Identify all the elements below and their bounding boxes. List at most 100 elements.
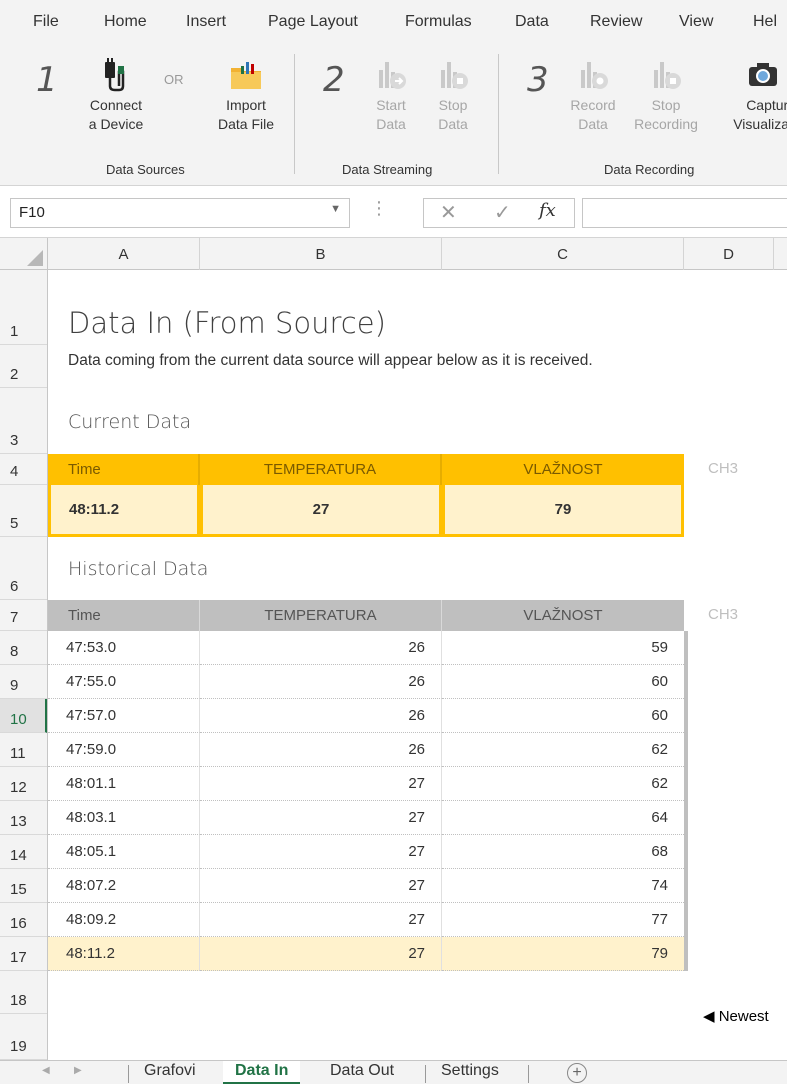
name-box[interactable]: F10 ▼ [10, 198, 350, 228]
formula-input[interactable] [582, 198, 787, 228]
column-header-b[interactable]: B [200, 238, 442, 270]
sheet-tab-grafovi[interactable]: Grafovi [132, 1061, 208, 1084]
historical-cell-vlaznost[interactable]: 77 [442, 903, 684, 937]
current-value-time[interactable]: 48:11.2 [48, 485, 200, 537]
historical-cell-vlaznost[interactable]: 79 [442, 937, 684, 971]
insert-function-icon[interactable]: fx [539, 200, 556, 221]
historical-cell-vlaznost[interactable]: 68 [442, 835, 684, 869]
column-header-c[interactable]: C [442, 238, 684, 270]
row-header-1[interactable]: 1 [0, 270, 47, 345]
record-data-button[interactable]: Record Data [564, 58, 622, 134]
sheet-tab-settings[interactable]: Settings [429, 1061, 511, 1084]
row-header-8[interactable]: 8 [0, 631, 47, 665]
historical-cell-time[interactable]: 48:05.1 [48, 835, 200, 869]
historical-header-ch3: CH3 [708, 606, 739, 623]
historical-cell-vlaznost[interactable]: 64 [442, 801, 684, 835]
historical-cell-time[interactable]: 48:09.2 [48, 903, 200, 937]
start-data-button[interactable]: Start Data [368, 58, 414, 134]
tab-help[interactable]: Hel [753, 13, 777, 31]
tab-page-layout[interactable]: Page Layout [268, 13, 358, 31]
historical-cell-temperatura[interactable]: 27 [200, 903, 442, 937]
historical-cell-temperatura[interactable]: 27 [200, 801, 442, 835]
tab-home[interactable]: Home [104, 13, 147, 31]
scroll-tabs-right-icon[interactable]: ▶ [74, 1065, 82, 1076]
historical-header-vlaznost[interactable]: VLAŽNOST [442, 600, 684, 631]
historical-cell-time[interactable]: 47:55.0 [48, 665, 200, 699]
row-header-9[interactable]: 9 [0, 665, 47, 699]
historical-cell-time[interactable]: 47:57.0 [48, 699, 200, 733]
row-header-16[interactable]: 16 [0, 903, 47, 937]
historical-cell-temperatura[interactable]: 27 [200, 869, 442, 903]
usb-plug-icon [105, 58, 125, 92]
historical-cell-time[interactable]: 48:03.1 [48, 801, 200, 835]
add-sheet-icon[interactable]: + [567, 1063, 587, 1083]
historical-cell-time[interactable]: 48:01.1 [48, 767, 200, 801]
scroll-tabs-left-icon[interactable]: ◀ [42, 1065, 50, 1076]
historical-cell-time[interactable]: 47:53.0 [48, 631, 200, 665]
import-data-file-button[interactable]: Import Data File [208, 58, 284, 134]
historical-cell-vlaznost[interactable]: 60 [442, 665, 684, 699]
historical-cell-temperatura[interactable]: 26 [200, 631, 442, 665]
row-header-17[interactable]: 17 [0, 937, 47, 971]
connect-device-button[interactable]: Connect a Device [80, 58, 152, 134]
historical-cell-temperatura[interactable]: 27 [200, 937, 442, 971]
row-header-18[interactable]: 18 [0, 971, 47, 1014]
historical-cell-time[interactable]: 48:07.2 [48, 869, 200, 903]
row-header-15[interactable]: 15 [0, 869, 47, 903]
cancel-icon[interactable]: ✕ [440, 200, 457, 225]
historical-data-heading: Historical Data [68, 558, 209, 580]
tab-review[interactable]: Review [590, 13, 642, 31]
current-header-vlaznost[interactable]: VLAŽNOST [442, 454, 684, 485]
historical-cell-temperatura[interactable]: 27 [200, 767, 442, 801]
page-title: Data In (From Source) [68, 306, 386, 340]
historical-cell-temperatura[interactable]: 26 [200, 665, 442, 699]
row-header-4[interactable]: 4 [0, 454, 47, 485]
row-header-19[interactable]: 19 [0, 1014, 47, 1060]
historical-cell-vlaznost[interactable]: 59 [442, 631, 684, 665]
row-header-14[interactable]: 14 [0, 835, 47, 869]
column-header-a[interactable]: A [48, 238, 200, 270]
current-header-time[interactable]: Time [48, 454, 200, 485]
historical-cell-vlaznost[interactable]: 62 [442, 767, 684, 801]
tab-file[interactable]: File [33, 13, 59, 31]
stop-recording-button[interactable]: Stop Recording [627, 58, 705, 134]
historical-cell-vlaznost[interactable]: 62 [442, 733, 684, 767]
row-header-3[interactable]: 3 [0, 388, 47, 454]
stop-data-button[interactable]: Stop Data [430, 58, 476, 134]
tab-data[interactable]: Data [515, 13, 549, 31]
row-header-7[interactable]: 7 [0, 600, 47, 631]
current-header-temperatura[interactable]: TEMPERATURA [200, 454, 442, 485]
tab-view[interactable]: View [679, 13, 713, 31]
column-header-d[interactable]: D [684, 238, 774, 270]
sheet-tab-data-out[interactable]: Data Out [318, 1061, 406, 1084]
historical-cell-temperatura[interactable]: 26 [200, 699, 442, 733]
sheet-tabs-bar: ◀ ▶ Grafovi Data In Data Out Settings + [0, 1060, 787, 1084]
capture-visualization-button[interactable]: Capture Visualizati [706, 58, 787, 134]
historical-cell-temperatura[interactable]: 26 [200, 733, 442, 767]
historical-cell-time[interactable]: 47:59.0 [48, 733, 200, 767]
historical-cell-vlaznost[interactable]: 74 [442, 869, 684, 903]
row-header-12[interactable]: 12 [0, 767, 47, 801]
row-header-10[interactable]: 10 [0, 699, 47, 733]
ribbon: File Home Insert Page Layout Formulas Da… [0, 0, 787, 186]
historical-cell-vlaznost[interactable]: 60 [442, 699, 684, 733]
row-header-6[interactable]: 6 [0, 537, 47, 600]
row-header-5[interactable]: 5 [0, 485, 47, 537]
chevron-down-icon[interactable]: ▼ [330, 203, 341, 215]
historical-cell-temperatura[interactable]: 27 [200, 835, 442, 869]
historical-header-time[interactable]: Time [48, 600, 200, 631]
row-header-2[interactable]: 2 [0, 345, 47, 388]
historical-header-temperatura[interactable]: TEMPERATURA [200, 600, 442, 631]
worksheet[interactable]: Data In (From Source) Data coming from t… [48, 270, 787, 1060]
sheet-tab-data-in[interactable]: Data In [223, 1061, 301, 1084]
select-all-corner[interactable] [0, 238, 48, 270]
row-header-13[interactable]: 13 [0, 801, 47, 835]
camera-icon [749, 63, 777, 86]
current-value-vlaznost[interactable]: 79 [442, 485, 684, 537]
tab-formulas[interactable]: Formulas [405, 13, 472, 31]
tab-insert[interactable]: Insert [186, 13, 226, 31]
historical-cell-time[interactable]: 48:11.2 [48, 937, 200, 971]
row-header-11[interactable]: 11 [0, 733, 47, 767]
current-value-temperatura[interactable]: 27 [200, 485, 442, 537]
confirm-icon[interactable]: ✓ [494, 200, 511, 225]
